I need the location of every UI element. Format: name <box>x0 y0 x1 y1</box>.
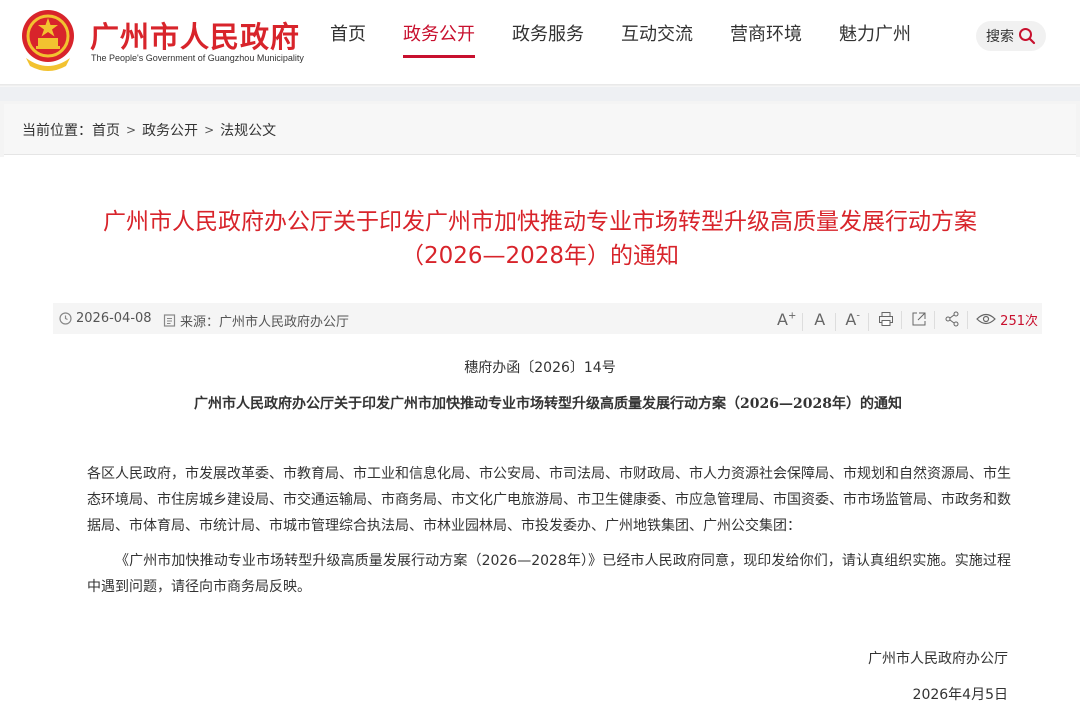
view-count: 251次 <box>968 310 1038 329</box>
search-icon <box>1019 28 1036 45</box>
signature-date: 2026年4月5日 <box>912 687 1008 703</box>
article-title-line1: 广州市人民政府办公厅关于印发广州市加快推动专业市场转型升级高质量发展行动方案 <box>103 209 977 235</box>
breadcrumb-home[interactable]: 首页 <box>92 120 120 140</box>
nav-item-interaction[interactable]: 互动交流 <box>621 0 693 86</box>
font-decrease-icon[interactable]: A- <box>836 310 870 331</box>
breadcrumb-separator: > <box>204 123 215 137</box>
breadcrumb-separator: > <box>126 123 137 137</box>
breadcrumb-prefix: 当前位置： <box>22 123 92 139</box>
site-header: 广州市人民政府 The People's Government of Guang… <box>0 0 1080 86</box>
document-icon <box>163 314 176 327</box>
site-subtitle: The People's Government of Guangzhou Mun… <box>91 53 304 63</box>
font-reset-icon[interactable]: A <box>803 310 837 331</box>
article-source: 来源：广州市人民政府办公厅 <box>163 311 349 330</box>
nav-item-gov-affairs[interactable]: 政务公开 <box>403 0 475 86</box>
article-title-line2: （2026—2028年）的通知 <box>400 243 680 269</box>
search-label: 搜索 <box>986 29 1014 45</box>
addressee-paragraph: 各区人民政府，市发展改革委、市教育局、市工业和信息化局、市公安局、市司法局、市财… <box>87 466 1011 534</box>
document-number: 穗府办函〔2026〕14号 <box>464 360 616 376</box>
main-nav: 首页 政务公开 政务服务 互动交流 营商环境 魅力广州 <box>330 0 948 86</box>
national-emblem-icon[interactable] <box>18 8 78 72</box>
nav-item-home[interactable]: 首页 <box>330 0 366 86</box>
view-count-text: 251次 <box>1000 313 1038 329</box>
publish-date-text: 2026-04-08 <box>76 311 152 326</box>
body-paragraph: 《广州市加快推动专业市场转型升级高质量发展行动方案（2026—2028年）》已经… <box>87 553 1011 595</box>
site-title[interactable]: 广州市人民政府 <box>90 14 300 56</box>
breadcrumb-gov-affairs[interactable]: 政务公开 <box>142 120 198 140</box>
font-increase-icon[interactable]: A+ <box>770 310 804 331</box>
print-icon[interactable] <box>869 308 903 331</box>
publish-date: 2026-04-08 <box>59 311 152 326</box>
article-meta-bar: 2026-04-08 来源：广州市人民政府办公厅 A+ A A- 251次 <box>53 303 1042 334</box>
share-doc-icon[interactable] <box>902 308 936 331</box>
share-icon[interactable] <box>935 308 969 331</box>
eye-icon <box>976 313 997 325</box>
search-button[interactable]: 搜索 <box>976 21 1046 51</box>
breadcrumb: 当前位置： 首页 > 政务公开 > 法规公文 <box>22 120 276 140</box>
nav-item-charm[interactable]: 魅力广州 <box>839 0 911 86</box>
clock-icon <box>59 312 72 325</box>
signature: 广州市人民政府办公厅 <box>868 651 1008 667</box>
breadcrumb-regulations[interactable]: 法规公文 <box>220 120 276 140</box>
nav-item-business[interactable]: 营商环境 <box>730 0 802 86</box>
article-tools: A+ A A- 251次 <box>770 307 1038 331</box>
document-title: 广州市人民政府办公厅关于印发广州市加快推动专业市场转型升级高质量发展行动方案（2… <box>194 396 902 412</box>
nav-item-services[interactable]: 政务服务 <box>512 0 584 86</box>
article-source-text: 来源：广州市人民政府办公厅 <box>180 315 350 330</box>
